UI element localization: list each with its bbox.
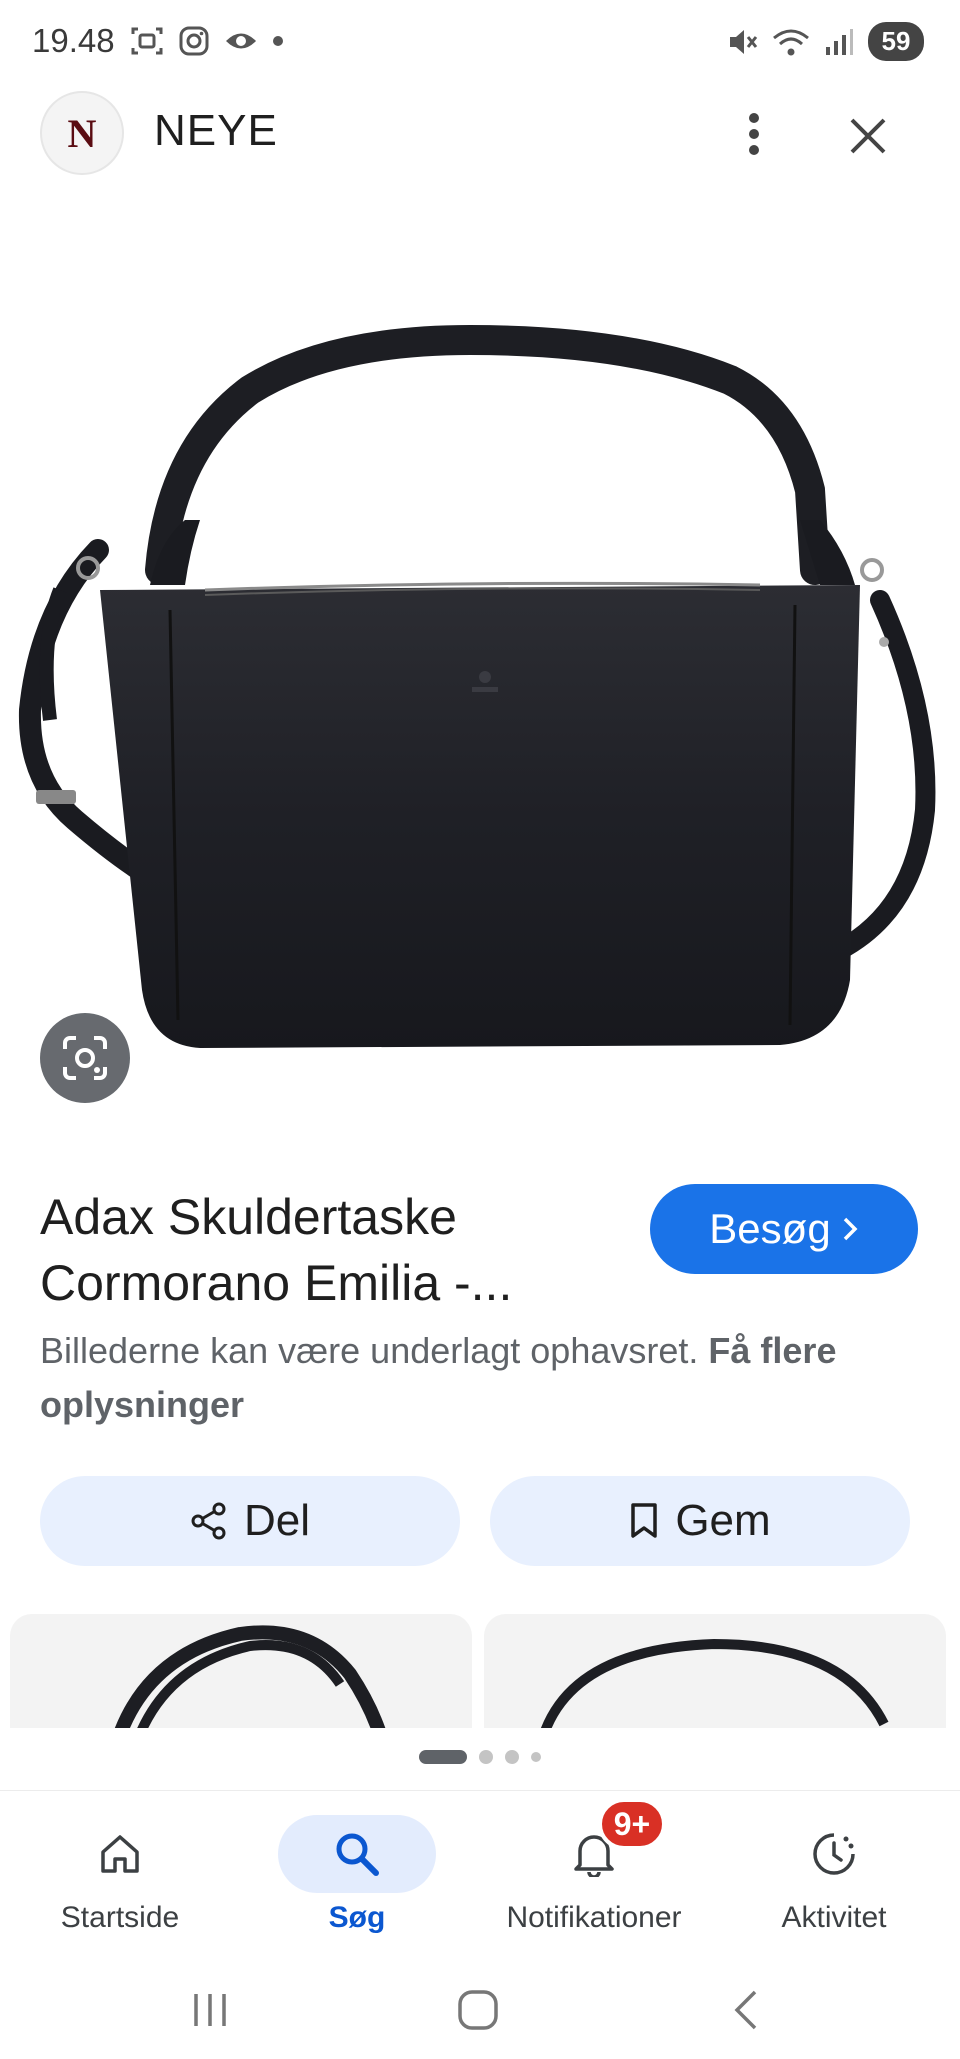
related-results	[0, 1614, 960, 1728]
system-nav-bar	[0, 1960, 960, 2059]
share-label: Del	[243, 1496, 311, 1545]
home-icon	[101, 1835, 139, 1873]
lens-icon	[63, 1036, 107, 1080]
related-image	[114, 1625, 386, 1728]
chevron-right-icon	[843, 1217, 858, 1241]
activity-icon	[813, 1833, 855, 1875]
home-system-button[interactable]	[438, 1978, 518, 2042]
lens-search-button[interactable]	[40, 1013, 130, 1103]
nav-icon-container	[278, 1815, 436, 1893]
pager-dot	[505, 1750, 519, 1764]
related-image	[541, 1638, 889, 1728]
nav-item-notifications[interactable]: Notifikationer	[474, 1801, 714, 1951]
nav-label-search: Søg	[328, 1901, 386, 1934]
status-icons-left	[130, 24, 284, 58]
status-bar: 19.48 59	[0, 0, 960, 84]
copyright-text: Billederne kan være underlagt ophavsret.	[40, 1330, 699, 1371]
wifi-icon	[773, 29, 809, 55]
search-icon	[336, 1833, 379, 1876]
eye-icon	[226, 33, 256, 49]
mute-icon	[730, 29, 758, 54]
status-time: 19.48	[32, 22, 115, 59]
product-image[interactable]	[0, 190, 960, 1150]
screenshot-icon	[131, 27, 163, 55]
bottom-nav: Startside Søg Notifikationer Aktivitet	[0, 1790, 960, 1950]
product-title-line2: Cormorano Emilia -...	[40, 1255, 513, 1311]
share-icon	[191, 1502, 226, 1540]
save-button[interactable]: Gem	[490, 1476, 910, 1566]
share-button[interactable]: Del	[40, 1476, 460, 1566]
nav-item-activity[interactable]: Aktivitet	[714, 1801, 954, 1951]
nav-label-home: Startside	[60, 1901, 180, 1934]
pager-dot	[531, 1752, 541, 1762]
dot-icon	[273, 36, 283, 46]
close-button[interactable]	[836, 104, 900, 168]
visit-label: Besøg	[709, 1205, 831, 1252]
app-header: N NEYE	[0, 84, 960, 184]
battery-indicator: 59	[868, 22, 924, 61]
pager-dot	[479, 1750, 493, 1764]
pager-dots	[0, 1750, 960, 1764]
save-label: Gem	[675, 1496, 771, 1545]
site-logo[interactable]: N	[40, 91, 124, 175]
related-result-card[interactable]	[484, 1614, 946, 1728]
pager-dot-active	[419, 1750, 467, 1764]
related-result-card[interactable]	[10, 1614, 472, 1728]
notification-badge: 9+	[598, 1798, 666, 1850]
handbag-image	[18, 324, 936, 1048]
recents-button[interactable]	[170, 1978, 250, 2042]
back-icon	[734, 1990, 757, 2030]
home-circle-icon	[458, 1990, 498, 2030]
instagram-icon	[179, 26, 209, 56]
more-options-button[interactable]	[724, 104, 784, 164]
product-title-line1: Adax Skuldertaske	[40, 1189, 457, 1245]
recents-icon	[194, 1994, 226, 2026]
status-icons-right: 59	[726, 22, 924, 61]
site-name: NEYE	[154, 106, 278, 155]
product-title[interactable]: Adax Skuldertaske Cormorano Emilia -...	[40, 1184, 600, 1316]
nav-label-notifications: Notifikationer	[506, 1901, 682, 1934]
nav-item-home[interactable]: Startside	[0, 1801, 240, 1951]
signal-icon	[826, 28, 853, 55]
visit-button[interactable]: Besøg	[650, 1184, 918, 1274]
close-icon	[850, 118, 886, 154]
bookmark-icon	[631, 1503, 658, 1538]
more-vert-icon	[749, 113, 759, 155]
nav-label-activity: Aktivitet	[781, 1901, 887, 1934]
nav-item-search[interactable]: Søg	[237, 1801, 477, 1951]
back-button[interactable]	[706, 1978, 786, 2042]
copyright-notice: Billederne kan være underlagt ophavsret.…	[40, 1324, 920, 1432]
logo-letter: N	[67, 110, 97, 156]
nav-icon-container	[41, 1815, 199, 1893]
nav-icon-container	[755, 1815, 913, 1893]
